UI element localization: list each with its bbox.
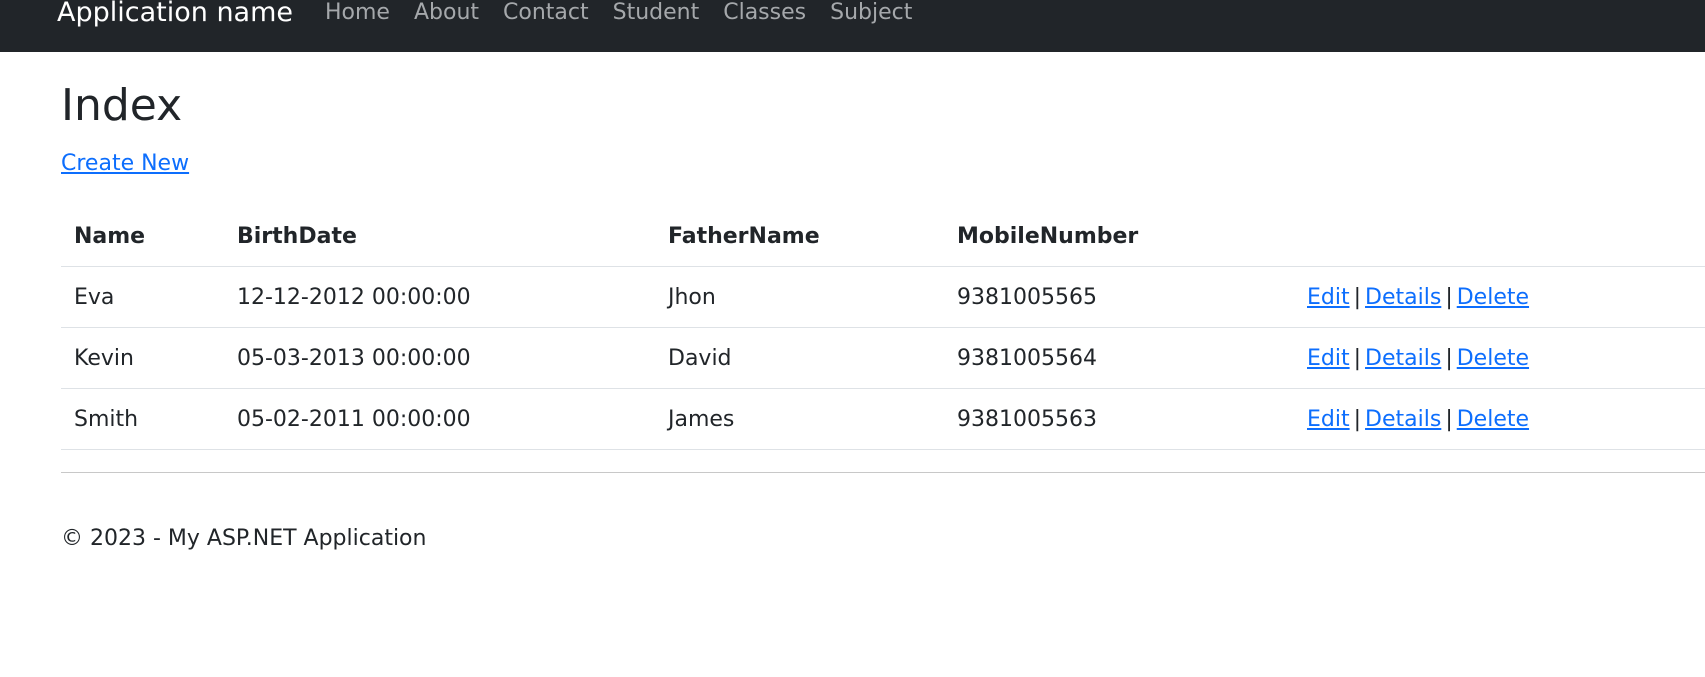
footer-copyright: © 2023 - My ASP.NET Application <box>61 526 427 551</box>
brand-link[interactable]: Application name <box>57 0 293 29</box>
nav-link-home[interactable]: Home <box>325 0 390 29</box>
footer-divider <box>61 472 1705 473</box>
cell-fathername: David <box>655 327 944 389</box>
cell-actions: Edit | Details | Delete <box>1294 327 1705 389</box>
action-separator: | <box>1445 345 1453 371</box>
cell-fathername: James <box>655 388 944 450</box>
details-link[interactable]: Details <box>1365 407 1441 432</box>
students-table: Name BirthDate FatherName MobileNumber E… <box>61 206 1705 450</box>
action-separator: | <box>1353 284 1362 310</box>
cell-name: Smith <box>61 388 224 450</box>
nav-link-student[interactable]: Student <box>613 0 700 29</box>
table-row: Smith 05-02-2011 00:00:00 James 93810055… <box>61 388 1705 450</box>
edit-link[interactable]: Edit <box>1307 407 1350 432</box>
cell-birthdate: 05-02-2011 00:00:00 <box>224 388 655 450</box>
action-separator: | <box>1353 345 1362 371</box>
action-separator: | <box>1445 284 1453 310</box>
header-fathername: FatherName <box>655 206 944 267</box>
page-title: Index <box>61 80 183 131</box>
nav-links: Home About Contact Student Classes Subje… <box>325 0 936 29</box>
delete-link[interactable]: Delete <box>1457 407 1529 432</box>
table-row: Eva 12-12-2012 00:00:00 Jhon 9381005565 … <box>61 266 1705 328</box>
nav-link-subject[interactable]: Subject <box>830 0 912 29</box>
nav-link-classes[interactable]: Classes <box>723 0 806 29</box>
table-row: Kevin 05-03-2013 00:00:00 David 93810055… <box>61 327 1705 389</box>
cell-birthdate: 05-03-2013 00:00:00 <box>224 327 655 389</box>
header-mobilenumber: MobileNumber <box>944 206 1294 267</box>
details-link[interactable]: Details <box>1365 285 1441 310</box>
cell-actions: Edit | Details | Delete <box>1294 388 1705 450</box>
nav-link-contact[interactable]: Contact <box>503 0 589 29</box>
table-header-row: Name BirthDate FatherName MobileNumber <box>61 206 1705 267</box>
action-separator: | <box>1445 406 1453 432</box>
header-name: Name <box>61 206 224 267</box>
edit-link[interactable]: Edit <box>1307 346 1350 371</box>
cell-name: Kevin <box>61 327 224 389</box>
cell-mobilenumber: 9381005565 <box>944 266 1294 328</box>
cell-fathername: Jhon <box>655 266 944 328</box>
header-birthdate: BirthDate <box>224 206 655 267</box>
action-separator: | <box>1353 406 1362 432</box>
top-navbar: Application name Home About Contact Stud… <box>0 0 1705 52</box>
delete-link[interactable]: Delete <box>1457 285 1529 310</box>
header-actions <box>1294 206 1705 267</box>
edit-link[interactable]: Edit <box>1307 285 1350 310</box>
details-link[interactable]: Details <box>1365 346 1441 371</box>
cell-birthdate: 12-12-2012 00:00:00 <box>224 266 655 328</box>
create-new-link[interactable]: Create New <box>61 150 189 178</box>
delete-link[interactable]: Delete <box>1457 346 1529 371</box>
cell-actions: Edit | Details | Delete <box>1294 266 1705 328</box>
cell-name: Eva <box>61 266 224 328</box>
nav-link-about[interactable]: About <box>414 0 479 29</box>
cell-mobilenumber: 9381005563 <box>944 388 1294 450</box>
cell-mobilenumber: 9381005564 <box>944 327 1294 389</box>
